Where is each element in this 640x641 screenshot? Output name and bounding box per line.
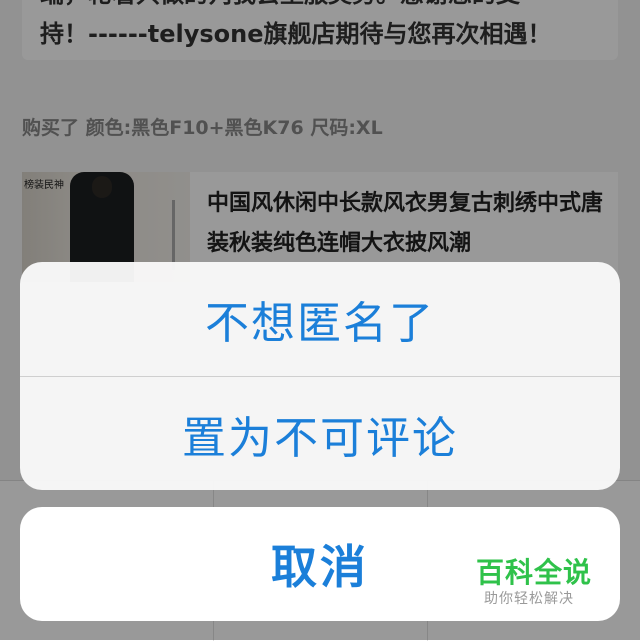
disable-comments-button[interactable]: 置为不可评论 <box>20 376 620 490</box>
watermark-slogan: 助你轻松解决 <box>484 591 574 607</box>
watermark-brand: 百科全说 <box>476 556 593 589</box>
cancel-anonymous-button[interactable]: 不想匿名了 <box>20 262 620 376</box>
action-sheet: 不想匿名了 置为不可评论 <box>20 262 620 490</box>
